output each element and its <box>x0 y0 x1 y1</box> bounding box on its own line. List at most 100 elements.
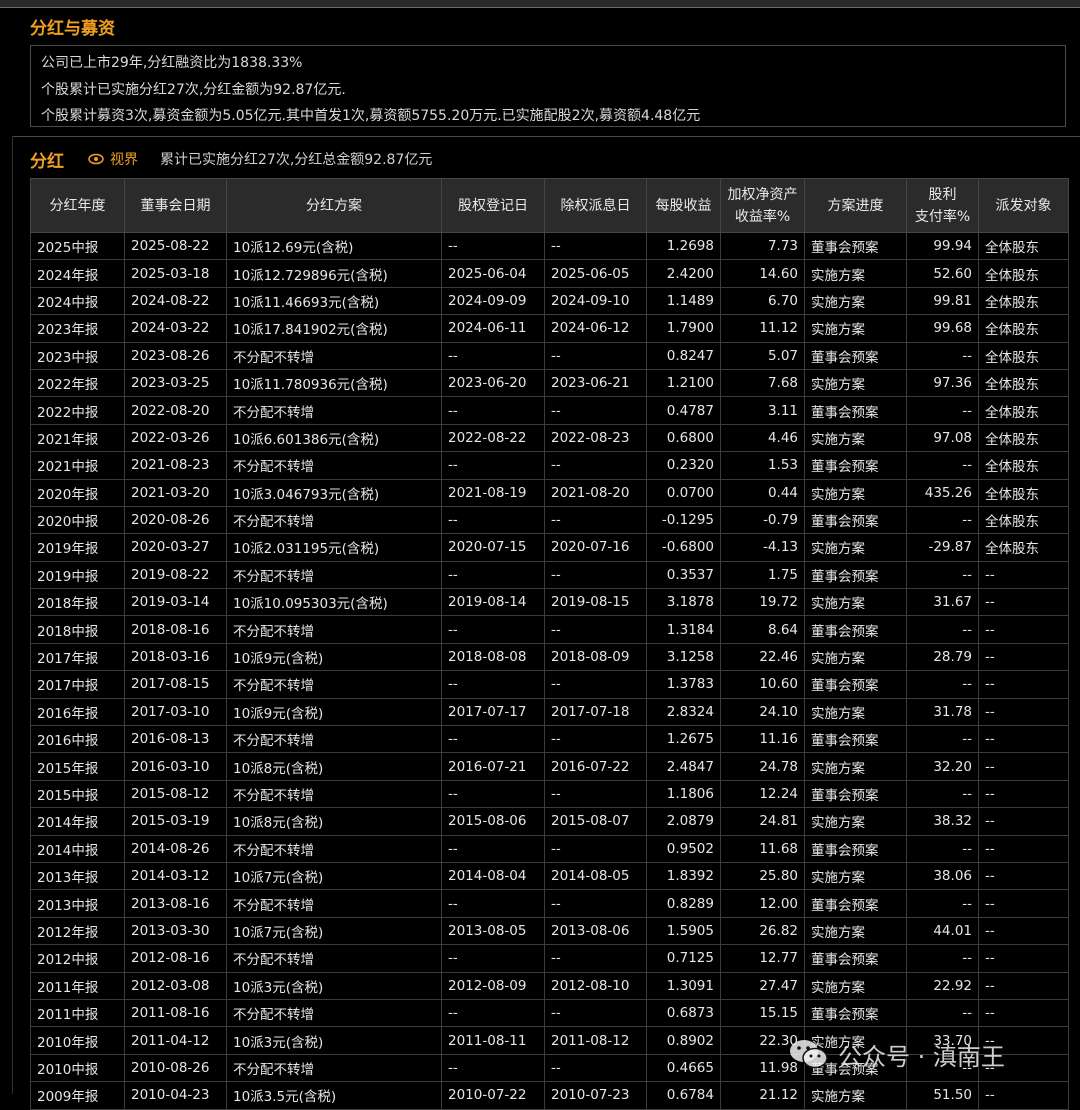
cell-dividend-plan: 10派2.031195元(含税) <box>226 533 442 562</box>
cell-eps: 0.6873 <box>646 998 721 1028</box>
cell-board-date: 2012-08-16 <box>124 944 227 973</box>
cell-plan-progress: 董事会预案 <box>804 560 907 590</box>
cell-board-date: 2022-03-26 <box>124 423 227 453</box>
cell-dividend-plan: 10派7元(含税) <box>226 916 442 946</box>
cell-board-date: 2019-03-14 <box>124 588 227 617</box>
cell-dividend-plan: 10派3.046793元(含税) <box>226 478 442 507</box>
cell-roe: 24.10 <box>720 697 805 727</box>
cell-plan-progress: 实施方案 <box>804 807 907 836</box>
cell-dividend-year: 2015中报 <box>30 779 125 809</box>
cell-dividend-plan: 不分配不转增 <box>226 998 442 1028</box>
cell-dividend-plan: 不分配不转增 <box>226 779 442 809</box>
cell-recipients: -- <box>978 861 1069 891</box>
cell-recipients: 全体股东 <box>978 396 1069 425</box>
cell-dividend-year: 2010年报 <box>30 1026 125 1055</box>
cell-plan-progress: 董事会预案 <box>804 341 907 370</box>
cell-board-date: 2017-08-15 <box>124 670 227 699</box>
cell-board-date: 2014-08-26 <box>124 834 227 863</box>
cell-roe: 10.60 <box>720 670 805 699</box>
cell-roe: -4.13 <box>720 533 805 562</box>
cell-roe: 22.30 <box>720 1026 805 1055</box>
cell-eps: 0.4665 <box>646 1053 721 1083</box>
cell-record-date: -- <box>441 725 545 754</box>
cell-payout-ratio: -- <box>906 944 979 973</box>
cell-record-date: 2022-08-22 <box>441 423 545 453</box>
cell-roe: 0.44 <box>720 478 805 507</box>
fundraising-summary-line: 个股累计已实施分红27次,分红金额为92.87亿元. <box>41 81 346 98</box>
cell-board-date: 2023-08-26 <box>124 341 227 370</box>
cell-board-date: 2015-03-19 <box>124 807 227 836</box>
cell-dividend-year: 2014中报 <box>30 834 125 863</box>
cell-roe: 5.07 <box>720 341 805 370</box>
table-row: 2009年报 2010-04-23 10派3.5元(含税) 2010-07-22 201… <box>30 1081 1069 1110</box>
cell-recipients: -- <box>978 560 1069 590</box>
cell-roe: 22.46 <box>720 642 805 672</box>
column-header: 分红年度 <box>30 178 125 233</box>
cell-board-date: 2010-04-23 <box>124 1081 227 1110</box>
cell-eps: -0.1295 <box>646 505 721 535</box>
cell-record-date: 2024-06-11 <box>441 314 545 343</box>
cell-record-date: 2018-08-08 <box>441 642 545 672</box>
cell-dividend-year: 2023中报 <box>30 341 125 370</box>
cell-eps: 1.2675 <box>646 725 721 754</box>
cell-dividend-plan: 10派17.841902元(含税) <box>226 314 442 343</box>
cell-dividend-year: 2024中报 <box>30 286 125 316</box>
cell-recipients: -- <box>978 615 1069 644</box>
cell-ex-dividend-date: -- <box>544 615 647 644</box>
cell-eps: 3.1878 <box>646 588 721 617</box>
fundraising-summary-line: 个股累计募资3次,募资金额为5.05亿元.其中首发1次,募资额5755.20万元… <box>41 108 701 124</box>
cell-eps: 1.3184 <box>646 615 721 644</box>
cell-eps: 0.2320 <box>646 451 721 480</box>
cell-dividend-plan: 不分配不转增 <box>226 725 442 754</box>
cell-dividend-plan: 不分配不转增 <box>226 834 442 863</box>
cell-plan-progress: 实施方案 <box>804 1026 907 1055</box>
fundraising-summary-box: 公司已上市29年,分红融资比为1838.33% 个股累计已实施分红27次,分红金… <box>30 45 1066 127</box>
cell-record-date: 2019-08-14 <box>441 588 545 617</box>
cell-ex-dividend-date: -- <box>544 779 647 809</box>
cell-ex-dividend-date: -- <box>544 1053 647 1083</box>
cell-dividend-year: 2024年报 <box>30 259 125 288</box>
cell-plan-progress: 实施方案 <box>804 478 907 507</box>
cell-ex-dividend-date: 2014-08-05 <box>544 861 647 891</box>
cell-recipients: 全体股东 <box>978 533 1069 562</box>
cell-record-date: -- <box>441 231 545 261</box>
cell-payout-ratio: -- <box>906 998 979 1028</box>
cell-eps: 0.9502 <box>646 834 721 863</box>
cell-eps: 0.4787 <box>646 396 721 425</box>
dividend-summary: 累计已实施分红27次,分红总金额92.87亿元 <box>160 152 433 168</box>
cell-record-date: -- <box>441 670 545 699</box>
cell-record-date: 2020-07-15 <box>441 533 545 562</box>
cell-dividend-year: 2019中报 <box>30 560 125 590</box>
cell-recipients: -- <box>978 916 1069 946</box>
cell-dividend-year: 2021中报 <box>30 451 125 480</box>
cell-roe: 8.64 <box>720 615 805 644</box>
cell-ex-dividend-date: -- <box>544 341 647 370</box>
cell-board-date: 2016-03-10 <box>124 752 227 781</box>
cell-board-date: 2022-08-20 <box>124 396 227 425</box>
cell-payout-ratio: 31.67 <box>906 588 979 617</box>
cell-board-date: 2024-08-22 <box>124 286 227 316</box>
cell-roe: -0.79 <box>720 505 805 535</box>
table-row: 2017年报 2018-03-16 10派9元(含税) 2018-08-08 2018-… <box>30 642 1069 672</box>
cell-board-date: 2013-03-30 <box>124 916 227 946</box>
cell-ex-dividend-date: -- <box>544 725 647 754</box>
cell-dividend-year: 2012年报 <box>30 916 125 946</box>
cell-dividend-plan: 10派11.46693元(含税) <box>226 286 442 316</box>
cell-board-date: 2018-08-16 <box>124 615 227 644</box>
cell-payout-ratio: 97.36 <box>906 368 979 398</box>
cell-payout-ratio: -29.87 <box>906 533 979 562</box>
cell-payout-ratio: -- <box>906 451 979 480</box>
cell-payout-ratio: 31.78 <box>906 697 979 727</box>
cell-payout-ratio: 22.92 <box>906 971 979 1000</box>
cell-payout-ratio: -- <box>906 889 979 918</box>
column-header: 加权净资产 收益率% <box>720 178 805 233</box>
cell-payout-ratio: 32.20 <box>906 752 979 781</box>
cell-plan-progress: 董事会预案 <box>804 396 907 425</box>
cell-payout-ratio: 51.50 <box>906 1081 979 1110</box>
cell-dividend-year: 2012中报 <box>30 944 125 973</box>
cell-roe: 11.16 <box>720 725 805 754</box>
cell-eps: 0.8902 <box>646 1026 721 1055</box>
view-link[interactable]: 视界 <box>88 149 138 169</box>
cell-record-date: -- <box>441 341 545 370</box>
column-header: 股权登记日 <box>441 178 545 233</box>
